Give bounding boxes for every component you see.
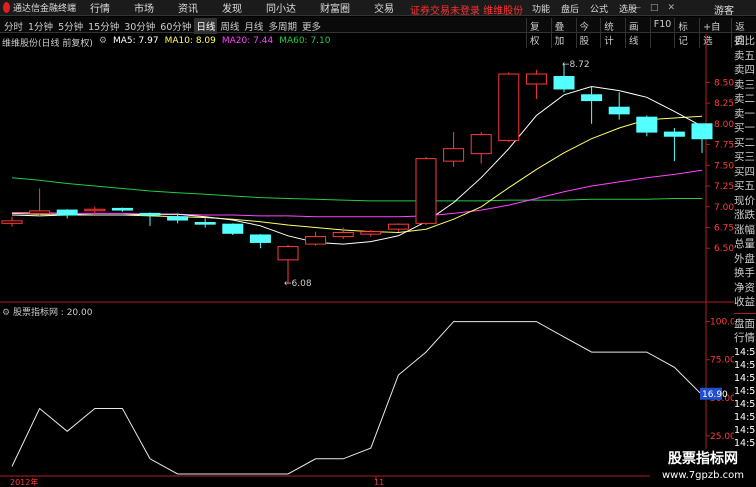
quote-field-5: 卖一 [734, 107, 755, 120]
tick-time-2: 14:55 [734, 372, 756, 384]
chart-area[interactable]: 6.50 6.75 7.00 7.25 7.50 7.75 8.00 8.25 8.50 ←8.7… [0, 0, 734, 487]
candle-up[interactable] [415, 158, 437, 224]
low-price-marker: ←6.08 [284, 279, 312, 289]
tick-time-5: 14:56 [734, 411, 756, 423]
quote-field-14: 总量 [734, 238, 755, 250]
tick-time-6: 14:56 [734, 424, 756, 436]
tick-time-4: 14:56 [734, 398, 756, 410]
candle-down[interactable] [581, 94, 603, 102]
high-price-marker: ←8.72 [562, 60, 590, 70]
quote-field-12: 涨跌 [734, 209, 755, 221]
watermark-title: 股票指标网 [668, 451, 738, 467]
candle-down[interactable] [691, 123, 713, 140]
quote-field-18: 收益 [734, 296, 755, 308]
quote-field-0: 委比 [734, 35, 755, 47]
quote-field-4: 卖二 [734, 93, 755, 105]
quote-field-10: 买五 [734, 180, 755, 192]
ma5-line [11, 85, 703, 245]
candle-down[interactable] [111, 207, 133, 211]
panel-tab-1[interactable]: 行情 [734, 331, 756, 346]
indicator-tick-label: 25.00 [710, 432, 734, 442]
indicator-value: 16.90 [702, 390, 728, 400]
price-tick-label: 8.00 [714, 120, 734, 130]
candle-up[interactable] [498, 73, 520, 141]
tick-time-0: 14:55 [734, 346, 756, 358]
price-tick-label: 7.75 [714, 141, 734, 151]
candle-down[interactable] [194, 222, 216, 225]
price-tick-label: 8.25 [714, 99, 734, 109]
quote-field-9: 买四 [734, 165, 755, 178]
quote-field-6: 买一 [734, 122, 755, 134]
price-tick-label: 6.50 [714, 244, 734, 254]
quote-field-11: 现价 [734, 194, 755, 207]
x-axis-label-month: 11 [374, 478, 384, 487]
ma60-line [11, 177, 702, 202]
price-tick-label: 7.00 [714, 203, 734, 213]
price-tick-label: 7.50 [714, 161, 734, 171]
watermark-url: www.7gpzb.com [662, 470, 744, 481]
indicator-tick-label: 75.00 [710, 356, 734, 366]
quote-field-16: 换手 [734, 267, 755, 279]
candle-down[interactable] [139, 212, 161, 216]
indicator-tick-label: 100.00 [710, 318, 734, 328]
candle-down[interactable] [636, 116, 658, 133]
candle-up[interactable] [443, 148, 465, 162]
candle-down[interactable] [222, 223, 244, 234]
candle-up[interactable] [387, 223, 409, 230]
quote-field-3: 卖三 [734, 78, 755, 91]
quote-field-7: 买二 [734, 136, 755, 149]
candle-up[interactable] [84, 208, 106, 212]
candle-down[interactable] [249, 234, 271, 243]
quote-panel: 委比卖五卖四卖三卖二卖一买一买二买三买四买五现价涨跌涨幅总量外盘换手净资收益盘面… [734, 34, 756, 487]
candle-up[interactable] [277, 246, 299, 261]
candle-up[interactable] [332, 231, 354, 238]
site-watermark: 股票指标网 www.7gpzb.com [650, 449, 756, 487]
tick-time-1: 14:55 [734, 359, 756, 371]
candle-up[interactable] [525, 73, 547, 85]
tick-time-7: 14:56 [734, 437, 756, 449]
price-tick-label: 8.50 [714, 78, 734, 88]
candle-down[interactable] [167, 216, 189, 221]
quote-field-15: 外盘 [734, 252, 755, 265]
price-tick-label: 6.75 [714, 223, 734, 233]
price-tick-label: 7.25 [714, 182, 734, 192]
x-axis-label-year: 2012年 [10, 477, 38, 487]
candle-up[interactable] [360, 231, 382, 235]
quote-field-1: 卖五 [734, 49, 755, 62]
candle-up[interactable] [29, 210, 51, 214]
candle-up[interactable] [470, 134, 492, 155]
quote-field-8: 买三 [734, 151, 755, 163]
candle-down[interactable] [553, 76, 575, 90]
candle-down[interactable] [663, 131, 685, 137]
quote-field-17: 净资 [734, 281, 755, 294]
candle-down[interactable] [56, 209, 78, 216]
tick-time-3: 14:56 [734, 385, 756, 397]
quote-field-13: 涨幅 [734, 223, 755, 236]
candle-down[interactable] [608, 106, 630, 115]
quote-field-2: 卖四 [734, 64, 755, 76]
candle-up[interactable] [1, 220, 23, 224]
candle-up[interactable] [305, 236, 327, 245]
panel-tab-0[interactable]: 盘面 [734, 317, 756, 332]
panel-divider [734, 312, 756, 314]
indicator-line [11, 321, 703, 475]
